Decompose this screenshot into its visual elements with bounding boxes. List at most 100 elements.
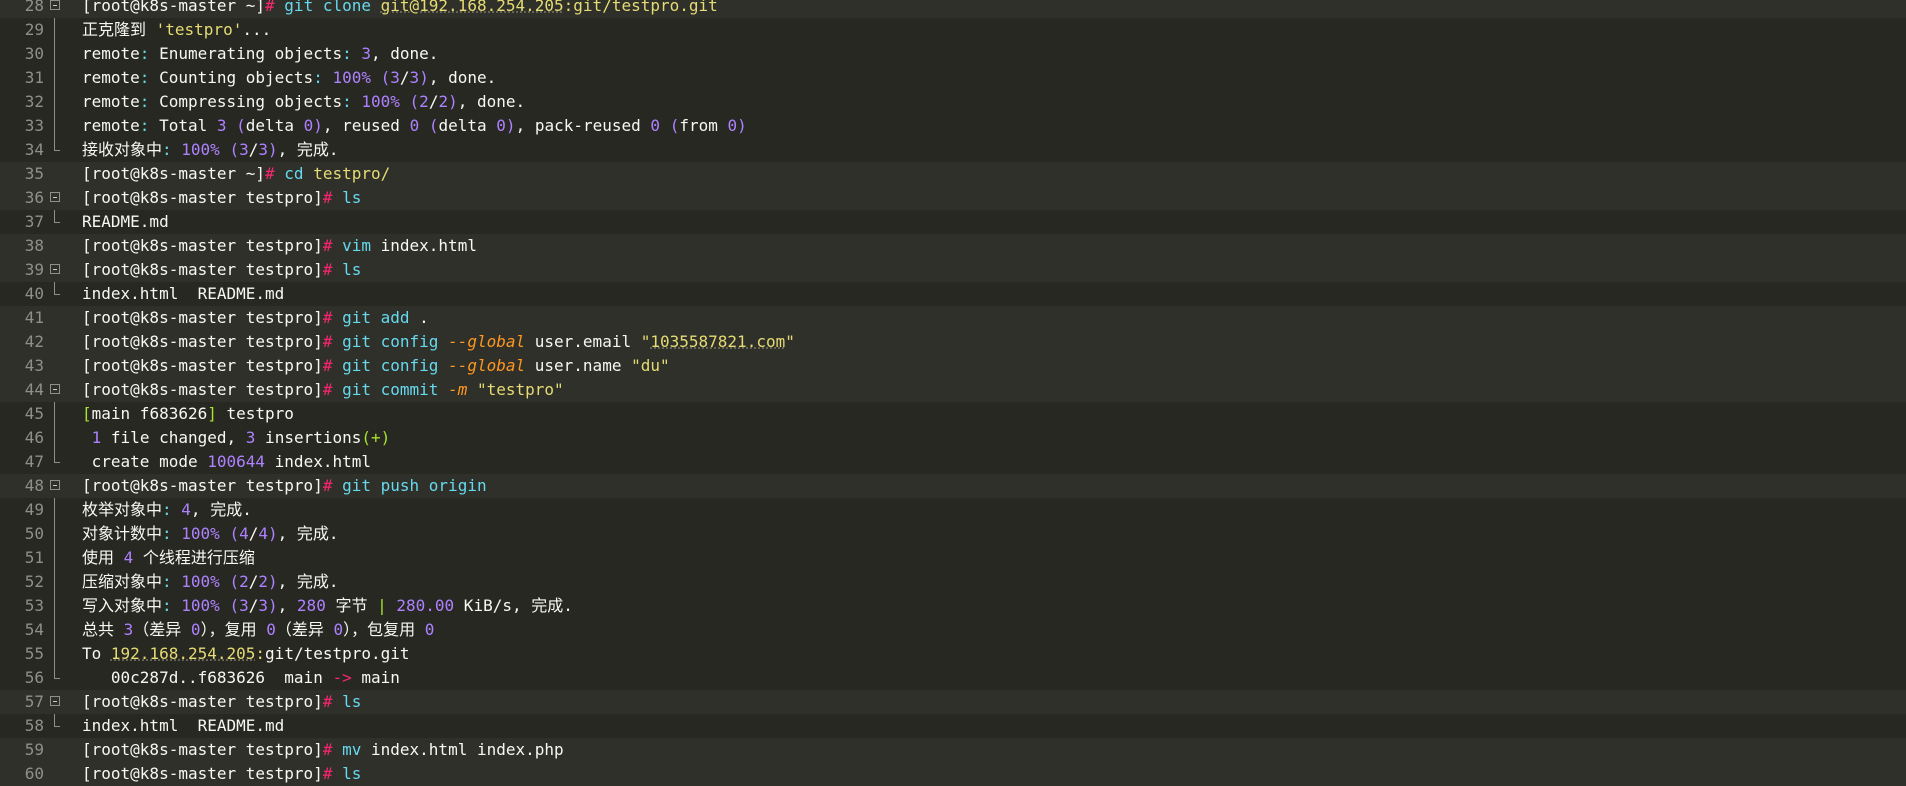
fold-toggle-icon[interactable] <box>50 690 64 714</box>
token-prompt: [root@k8s-master testpro] <box>82 236 323 255</box>
code-line[interactable]: 39 [root@k8s-master testpro]# ls <box>0 258 1906 282</box>
code-line[interactable]: 42 [root@k8s-master testpro]# git config … <box>0 330 1906 354</box>
token-txt: Compressing objects <box>159 92 343 111</box>
fold-toggle-icon[interactable] <box>50 474 64 498</box>
token-cmd: ls <box>342 764 362 783</box>
code-line[interactable]: 55 To 192.168.254.205:git/testpro.git <box>0 642 1906 666</box>
code-line[interactable]: 58 index.html README.md <box>0 714 1906 738</box>
fold-empty <box>50 162 64 186</box>
fold-empty <box>50 306 64 330</box>
fold-toggle-icon[interactable] <box>50 0 64 18</box>
token-cmd: ls <box>342 260 362 279</box>
fold-guide-icon <box>50 42 64 66</box>
code-line[interactable]: 41 [root@k8s-master testpro]# git add . <box>0 306 1906 330</box>
token-txt: , pack-reused <box>515 116 651 135</box>
token-key: : <box>342 44 362 63</box>
token-txt: / <box>248 524 259 543</box>
code-line[interactable]: 52 压缩对象中: 100% (2/2), 完成. <box>0 570 1906 594</box>
line-content: [root@k8s-master testpro]# git config --… <box>82 354 1906 378</box>
code-line[interactable]: 29 正克隆到 'testpro'... <box>0 18 1906 42</box>
line-content: 枚举对象中: 4, 完成. <box>82 498 1906 522</box>
token-str: 'testpro' <box>155 20 243 39</box>
code-line[interactable]: 35 [root@k8s-master ~]# cd testpro/ <box>0 162 1906 186</box>
fold-toggle-icon[interactable] <box>50 186 64 210</box>
token-txt: user.name <box>525 356 632 375</box>
code-line[interactable]: 56 00c287d..f683626 main -> main <box>0 666 1906 690</box>
code-line[interactable]: 51 使用 4 个线程进行压缩 <box>0 546 1906 570</box>
code-editor[interactable]: blamebisectdiffgreplogpruneremotereverts… <box>0 0 1906 786</box>
token-txt: main <box>351 668 400 687</box>
code-line[interactable]: 34 接收对象中: 100% (3/3), 完成. <box>0 138 1906 162</box>
code-line[interactable]: 43 [root@k8s-master testpro]# git config … <box>0 354 1906 378</box>
code-line[interactable]: 46 1 file changed, 3 insertions(+) <box>0 426 1906 450</box>
code-line[interactable]: 53 写入对象中: 100% (3/3), 280 字节 | 280.00 KiB… <box>0 594 1906 618</box>
code-line[interactable]: 47 create mode 100644 index.html <box>0 450 1906 474</box>
editor-lines: 28 [root@k8s-master ~]# git clone git@192… <box>0 0 1906 786</box>
token-num: ( <box>409 92 420 111</box>
token-num: 0 <box>333 620 344 639</box>
token-key: : <box>162 596 182 615</box>
token-cmd: cd <box>284 164 314 183</box>
token-num: ) <box>505 116 516 135</box>
fold-toggle-icon[interactable] <box>50 378 64 402</box>
token-num: 4 <box>239 524 249 543</box>
token-txt: index.html <box>380 236 477 255</box>
code-line[interactable]: 45 [main f683626] testpro <box>0 402 1906 426</box>
token-num: 2 <box>239 572 249 591</box>
code-line[interactable]: 36 [root@k8s-master testpro]# ls <box>0 186 1906 210</box>
token-num: 100644 <box>207 452 266 471</box>
code-line[interactable]: 38 [root@k8s-master testpro]# vim index.h… <box>0 234 1906 258</box>
token-hash: # <box>265 0 285 15</box>
code-line[interactable]: 37 README.md <box>0 210 1906 234</box>
line-number: 48 <box>24 476 44 495</box>
token-num: ( <box>236 116 246 135</box>
token-num: 100% <box>361 92 400 111</box>
token-num: 3 <box>258 140 269 159</box>
code-line[interactable]: 48 [root@k8s-master testpro]# git push or… <box>0 474 1906 498</box>
token-txt: index.html <box>265 452 371 471</box>
code-line[interactable]: 40 index.html README.md <box>0 282 1906 306</box>
fold-toggle-icon[interactable] <box>50 258 64 282</box>
code-line[interactable]: 31 remote: Counting objects: 100% (3/3), … <box>0 66 1906 90</box>
token-num: ( <box>380 68 391 87</box>
code-line[interactable]: 30 remote: Enumerating objects: 3, done. <box>0 42 1906 66</box>
code-line[interactable]: 49 枚举对象中: 4, 完成. <box>0 498 1906 522</box>
token-txt: , 完成. <box>277 524 339 543</box>
token-cmd: git config <box>342 332 449 351</box>
code-line[interactable]: 50 对象计数中: 100% (4/4), 完成. <box>0 522 1906 546</box>
code-line[interactable]: 44 [root@k8s-master testpro]# git commit … <box>0 378 1906 402</box>
token-num: 3 <box>239 140 249 159</box>
code-line[interactable]: 28 [root@k8s-master ~]# git clone git@192… <box>0 0 1906 18</box>
code-line[interactable]: 54 总共 3（差异 0），复用 0（差异 0），包复用 0 <box>0 618 1906 642</box>
line-content: index.html README.md <box>82 714 1906 738</box>
line-number: 41 <box>24 308 44 327</box>
token-num: 280 <box>296 596 326 615</box>
token-txt: ），复用 <box>200 620 267 639</box>
token-txt: , <box>277 596 297 615</box>
fold-end-icon <box>50 450 64 474</box>
fold-guide-icon <box>50 594 64 618</box>
code-line[interactable]: 60 [root@k8s-master testpro]# ls <box>0 762 1906 786</box>
line-content: 对象计数中: 100% (4/4), 完成. <box>82 522 1906 546</box>
code-line[interactable]: 33 remote: Total 3 (delta 0), reused 0 (d… <box>0 114 1906 138</box>
fold-end-icon <box>50 210 64 234</box>
token-prompt: [root@k8s-master testpro] <box>82 308 323 327</box>
token-txt: , 完成. <box>190 500 252 519</box>
line-number: 50 <box>24 524 44 543</box>
token-txt: / <box>399 68 410 87</box>
token-txt: index.html README.md <box>82 716 285 735</box>
token-num: ) <box>268 596 278 615</box>
line-content: remote: Enumerating objects: 3, done. <box>82 42 1906 66</box>
code-line[interactable]: 59 [root@k8s-master testpro]# mv index.ht… <box>0 738 1906 762</box>
line-number: 42 <box>24 332 44 351</box>
line-number: 36 <box>24 188 44 207</box>
token-txt: index.html README.md <box>82 284 285 303</box>
token-txt: create mode <box>82 452 208 471</box>
token-key: : <box>162 572 182 591</box>
fold-guide-icon <box>50 402 64 426</box>
line-content: index.html README.md <box>82 282 1906 306</box>
code-line[interactable]: 57 [root@k8s-master testpro]# ls <box>0 690 1906 714</box>
code-line[interactable]: 32 remote: Compressing objects: 100% (2/2… <box>0 90 1906 114</box>
fold-guide-icon <box>50 546 64 570</box>
